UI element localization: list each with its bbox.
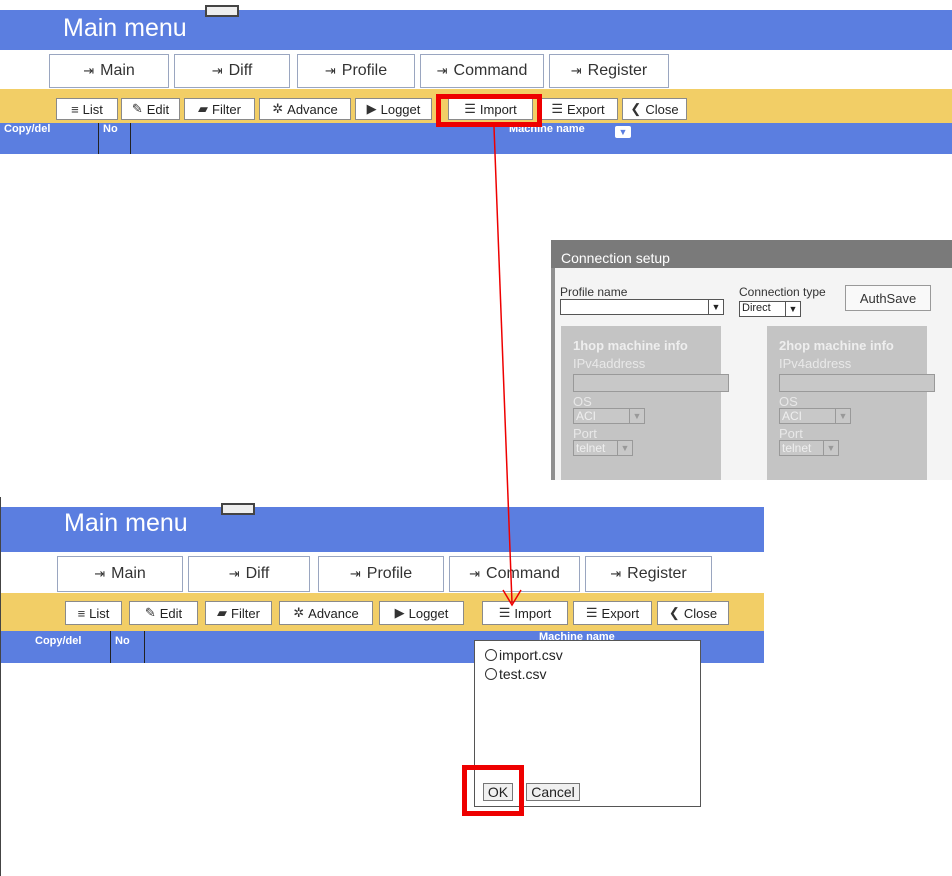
advance-button[interactable]: ✲ Advance	[279, 601, 373, 625]
play-icon: ▶	[394, 605, 405, 620]
sign-in-icon: ⇥	[570, 63, 582, 78]
chevron-down-icon: ▼	[823, 441, 838, 455]
logget-button[interactable]: ▶ Logget	[379, 601, 464, 625]
hop2-port-select[interactable]: telnet ▼	[779, 440, 839, 456]
gear-icon: ✲	[293, 605, 305, 620]
comment-icon: ▰	[217, 605, 228, 620]
hop1-panel: 1hop machine info IPv4address OS ACI ▼ Po…	[561, 326, 729, 480]
hop2-ip-input[interactable]	[779, 374, 935, 392]
edit-button[interactable]: ✎ Edit	[129, 601, 198, 625]
edit-button[interactable]: ✎ Edit	[121, 98, 180, 120]
chevron-down-icon: ▼	[708, 300, 723, 314]
authsave-button[interactable]: AuthSave	[845, 285, 931, 311]
tab-command[interactable]: ⇥ Command	[420, 54, 544, 88]
chevron-down-icon: ▼	[617, 441, 632, 455]
close-button[interactable]: ❮ Close	[657, 601, 729, 625]
copydel-column: Copy/del	[1, 631, 111, 663]
screenshot-separator	[0, 480, 952, 497]
list-icon: ☰	[551, 101, 564, 116]
no-column: No	[99, 123, 131, 154]
export-button[interactable]: ☰ Export	[538, 98, 618, 120]
filter-button[interactable]: ▰ Filter	[184, 98, 255, 120]
copydel-column: Copy/del	[0, 123, 99, 154]
list-button[interactable]: ≡ List	[65, 601, 122, 625]
hop1-port-select[interactable]: telnet ▼	[573, 440, 633, 456]
file-option[interactable]: test.csv	[485, 666, 546, 682]
list-icon: ☰	[498, 605, 511, 620]
list-button[interactable]: ≡ List	[56, 98, 118, 120]
tab-command[interactable]: ⇥ Command	[449, 556, 580, 592]
sign-in-icon: ⇥	[349, 566, 361, 581]
list-icon: ☰	[585, 605, 598, 620]
cancel-button[interactable]: Cancel	[526, 783, 580, 801]
comment-icon: ▰	[198, 101, 209, 116]
sign-in-icon: ⇥	[436, 63, 448, 78]
sign-in-icon: ⇥	[211, 63, 223, 78]
tab-diff[interactable]: ⇥ Diff	[188, 556, 310, 592]
hop2-os-select[interactable]: ACI ▼	[779, 408, 851, 424]
profile-name-label: Profile name	[560, 285, 628, 299]
hop1-os-select[interactable]: ACI ▼	[573, 408, 645, 424]
chevron-down-icon: ▼	[629, 409, 644, 423]
profile-name-select[interactable]: ▼	[560, 299, 724, 315]
sort-dropdown-icon[interactable]: ▼	[615, 126, 631, 138]
export-button[interactable]: ☰ Export	[573, 601, 652, 625]
play-icon: ▶	[366, 101, 377, 116]
sign-in-icon: ⇥	[469, 566, 481, 581]
close-button[interactable]: ❮ Close	[622, 98, 687, 120]
advance-button[interactable]: ✲ Advance	[259, 98, 351, 120]
screenshot-top: Main menu ⇥ Main ⇥ Diff ⇥ Profile ⇥ Command …	[0, 0, 952, 480]
sign-in-icon: ⇥	[94, 566, 106, 581]
title-bar: Main menu	[1, 503, 764, 552]
dialog-body: Profile name ▼ Connection type Direct ▼ A…	[555, 268, 952, 480]
page-title: Main menu	[63, 14, 187, 42]
file-option[interactable]: import.csv	[485, 647, 563, 663]
tab-diff[interactable]: ⇥ Diff	[174, 54, 290, 88]
page-title: Main menu	[64, 509, 188, 537]
edit-icon: ✎	[144, 605, 156, 620]
dialog-title: Connection setup	[551, 240, 952, 268]
table-header: Copy/del No Machine name ▼	[0, 123, 952, 154]
connection-type-label: Connection type	[739, 285, 826, 299]
sign-in-icon: ⇥	[83, 63, 95, 78]
sign-in-icon: ⇥	[324, 63, 336, 78]
chevron-left-icon: ❮	[630, 101, 642, 116]
title-bar: Main menu	[0, 5, 952, 50]
import-button[interactable]: ☰ Import	[482, 601, 568, 625]
window-control-icon[interactable]	[221, 503, 255, 515]
gear-icon: ✲	[272, 101, 284, 116]
import-highlight-box	[436, 94, 542, 127]
tab-main[interactable]: ⇥ Main	[57, 556, 183, 592]
list-icon: ≡	[71, 101, 79, 117]
sign-in-icon: ⇥	[228, 566, 240, 581]
connection-setup-dialog: Connection setup Profile name ▼ Connecti…	[551, 240, 952, 480]
chevron-left-icon: ❮	[668, 605, 680, 620]
edit-icon: ✎	[131, 101, 143, 116]
list-icon: ≡	[77, 605, 86, 621]
tab-register[interactable]: ⇥ Register	[549, 54, 669, 88]
tab-profile[interactable]: ⇥ Profile	[318, 556, 444, 592]
tab-profile[interactable]: ⇥ Profile	[297, 54, 415, 88]
hop2-panel: 2hop machine info IPv4address OS ACI ▼ Po…	[767, 326, 935, 480]
tab-main[interactable]: ⇥ Main	[49, 54, 169, 88]
sign-in-icon: ⇥	[610, 566, 622, 581]
logget-button[interactable]: ▶ Logget	[355, 98, 432, 120]
chevron-down-icon: ▼	[835, 409, 850, 423]
filter-button[interactable]: ▰ Filter	[205, 601, 272, 625]
hop1-ip-input[interactable]	[573, 374, 729, 392]
no-column: No	[111, 631, 145, 663]
toolbar: ≡ List ✎ Edit ▰ Filter ✲ Advance ▶ Logget ☰ Im…	[1, 593, 764, 631]
radio-icon[interactable]	[485, 668, 497, 680]
tab-register[interactable]: ⇥ Register	[585, 556, 712, 592]
window-control-icon[interactable]	[205, 5, 239, 17]
ok-highlight-box	[462, 765, 524, 816]
chevron-down-icon: ▼	[785, 302, 800, 316]
connection-type-select[interactable]: Direct ▼	[739, 301, 801, 317]
radio-icon[interactable]	[485, 649, 497, 661]
